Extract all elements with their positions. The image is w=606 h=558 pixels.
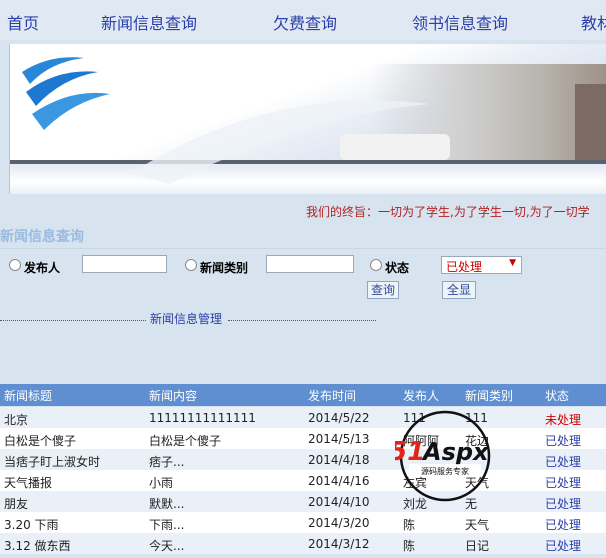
cell-date: 2014/5/13 [308, 432, 370, 446]
col-category: 新闻类别 [465, 389, 514, 403]
cell-status[interactable]: 已处理 [545, 432, 581, 449]
table-row: 当痞子盯上淑女时 痞子... 2014/4/18 已处理 [0, 449, 606, 470]
cell-date: 2014/4/18 [308, 453, 370, 467]
col-title: 新闻标题 [4, 389, 53, 403]
cell-content: 白松是个傻子 [149, 434, 222, 448]
cell-category: 花边 [465, 434, 490, 448]
cell-title[interactable]: 当痞子盯上淑女时 [4, 453, 100, 470]
table-row: 北京 11111111111111 2014/5/22 111 111 未处理 [0, 407, 606, 428]
cell-title[interactable]: 北京 [4, 411, 28, 428]
cell-publisher: 阿阿阿 [403, 434, 440, 448]
cell-content: 今天... [149, 539, 185, 553]
cell-date: 2014/3/20 [308, 516, 370, 530]
table-row: 3.20 下雨 下雨... 2014/3/20 陈 天气 已处理 [0, 512, 606, 533]
cell-title[interactable]: 3.20 下雨 [4, 516, 59, 533]
cell-date: 2014/3/12 [308, 537, 370, 551]
cell-content: 痞子... [149, 455, 185, 469]
cell-category: 111 [465, 411, 488, 425]
dotted-divider-left [0, 320, 146, 321]
category-radio[interactable] [185, 259, 197, 271]
status-radio[interactable] [370, 259, 382, 271]
cell-status[interactable]: 已处理 [545, 474, 581, 491]
cell-publisher: 刘龙 [403, 497, 428, 511]
cell-category: 无 [465, 497, 478, 511]
cell-date: 2014/4/16 [308, 474, 370, 488]
cell-status[interactable]: 已处理 [545, 453, 581, 470]
publisher-radio[interactable] [9, 259, 21, 271]
cell-content: 下雨... [149, 518, 185, 532]
cell-publisher: 111 [403, 411, 426, 425]
cell-status[interactable]: 已处理 [545, 495, 581, 512]
col-content: 新闻内容 [149, 389, 198, 403]
dropdown-arrow-icon: ▼ [509, 258, 516, 268]
cell-title[interactable]: 天气播报 [4, 474, 52, 491]
nav-textbook[interactable]: 教材 [581, 10, 606, 34]
divider [0, 248, 606, 249]
cell-date: 2014/5/22 [308, 411, 370, 425]
dotted-divider-right [228, 320, 376, 321]
page-title: 新闻信息查询 [0, 229, 84, 245]
nav-fee-query[interactable]: 欠费查询 [273, 10, 337, 34]
cell-title[interactable]: 朋友 [4, 495, 28, 512]
status-label: 状态 [385, 261, 410, 275]
table-row: 白松是个傻子 白松是个傻子 2014/5/13 阿阿阿 花边 已处理 [0, 428, 606, 449]
col-status: 状态 [545, 389, 570, 403]
publisher-label: 发布人 [24, 261, 61, 275]
cell-title[interactable]: 3.12 做东西 [4, 537, 71, 554]
management-title: 新闻信息管理 [150, 312, 223, 326]
cell-publisher: 陈 [403, 539, 416, 553]
status-select[interactable]: 已处理 ▼ [441, 256, 522, 274]
nav-book-query[interactable]: 领书信息查询 [412, 10, 508, 34]
cell-publisher: 陈 [403, 518, 416, 532]
cell-status[interactable]: 已处理 [545, 516, 581, 533]
nav-news-query[interactable]: 新闻信息查询 [101, 10, 197, 34]
cell-date: 2014/4/10 [308, 495, 370, 509]
banner-logo-icon [22, 57, 430, 184]
show-all-button[interactable]: 全显 [442, 281, 476, 299]
cell-content: 11111111111111 [149, 411, 256, 425]
nav-home[interactable]: 首页 [7, 10, 39, 34]
col-date: 发布时间 [308, 389, 357, 403]
cell-category: 天气 [465, 518, 490, 532]
table-row: 天气播报 小雨 2014/4/16 左宾 天气 已处理 [0, 470, 606, 491]
cell-content: 小雨 [149, 476, 174, 490]
cell-title[interactable]: 白松是个傻子 [4, 432, 76, 449]
category-label: 新闻类别 [200, 261, 249, 275]
cell-content: 默默... [149, 497, 185, 511]
col-publisher: 发布人 [403, 389, 440, 403]
query-button[interactable]: 查询 [367, 281, 399, 299]
table-row: 3.12 做东西 今天... 2014/3/12 陈 日记 已处理 [0, 533, 606, 554]
cell-status[interactable]: 未处理 [545, 411, 581, 428]
publisher-input[interactable] [82, 255, 167, 273]
cell-category: 日记 [465, 539, 490, 553]
table-row: 朋友 默默... 2014/4/10 刘龙 无 已处理 [0, 491, 606, 512]
cell-publisher: 左宾 [403, 476, 428, 490]
cell-category: 天气 [465, 476, 490, 490]
top-nav: 首页 新闻信息查询 欠费查询 领书信息查询 教材 [0, 0, 606, 40]
status-select-value: 已处理 [446, 260, 483, 274]
table-header: 新闻标题 新闻内容 发布时间 发布人 新闻类别 状态 [0, 384, 606, 406]
category-input[interactable] [266, 255, 354, 273]
cell-status[interactable]: 已处理 [545, 537, 581, 554]
banner-image [9, 44, 606, 194]
motto-text: 我们的终旨：一切为了学生,为了学生一切,为了一切学 [306, 205, 590, 219]
